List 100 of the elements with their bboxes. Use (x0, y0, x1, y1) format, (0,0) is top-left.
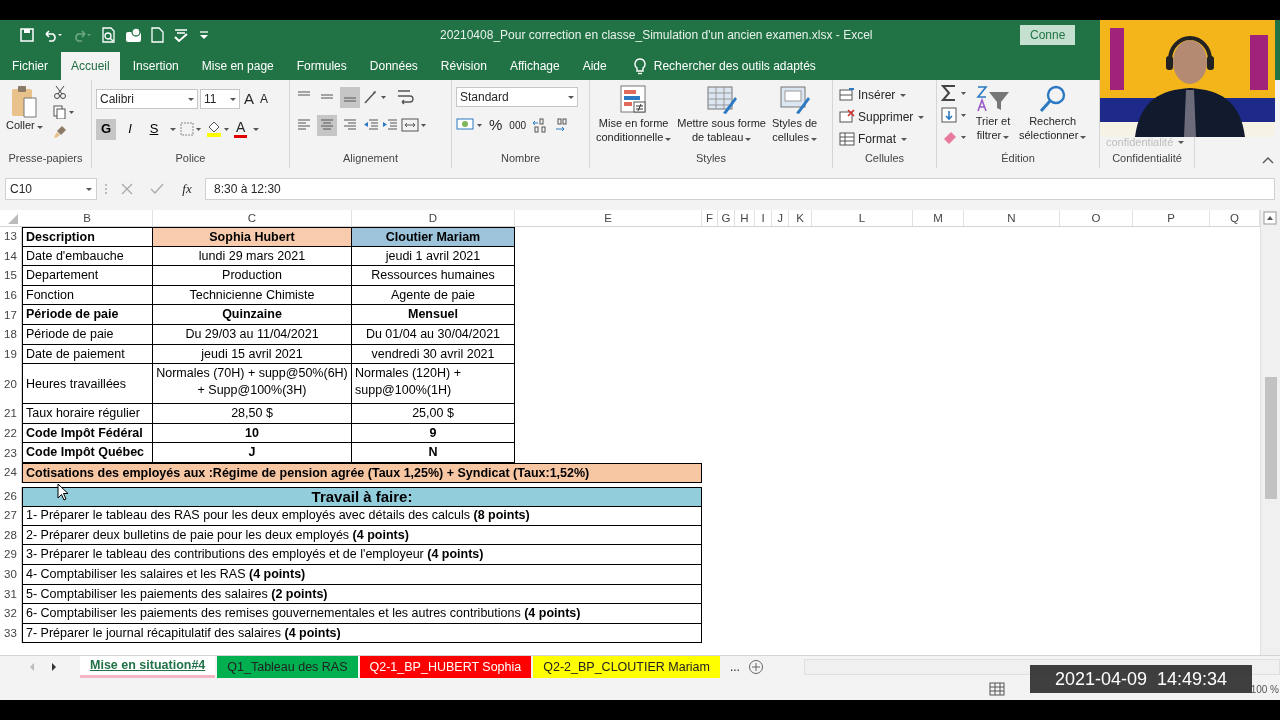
sort-filter-icon[interactable] (975, 84, 1011, 114)
italic-button[interactable]: I (120, 118, 140, 140)
redo-icon[interactable] (72, 28, 92, 42)
number-format-field[interactable]: Standard (456, 87, 578, 107)
scissors-icon[interactable] (52, 85, 67, 99)
column-header[interactable]: N (964, 210, 1060, 226)
column-header[interactable]: C (153, 210, 352, 226)
insert-function-button[interactable]: fx (175, 179, 199, 199)
column-header[interactable]: I (755, 210, 772, 226)
new-sheet-icon[interactable] (747, 659, 764, 675)
thousands-button[interactable]: 000 (507, 114, 529, 136)
column-header[interactable]: K (789, 210, 812, 226)
brush-icon[interactable] (52, 125, 67, 139)
search-label[interactable]: Rechercher des outils adaptés (653, 57, 816, 75)
ribbon-tab[interactable]: Accueil (61, 52, 120, 80)
align-left-icon[interactable] (296, 118, 312, 132)
ribbon-tab[interactable]: Révision (430, 52, 497, 80)
row-header[interactable]: 33 (0, 623, 22, 644)
clipboard-icon[interactable] (10, 84, 39, 118)
percent-button[interactable]: % (487, 114, 505, 136)
autosum-icon[interactable] (941, 84, 969, 102)
ribbon-button[interactable]: Mise en forme conditionnelle (594, 83, 674, 145)
name-box[interactable]: C10 (5, 178, 97, 200)
accounting-format-icon[interactable] (456, 117, 484, 133)
row-header[interactable]: 22 (0, 423, 22, 444)
row-header[interactable]: 16 (0, 285, 22, 306)
normal-view-icon[interactable] (988, 682, 1005, 696)
ribbon-button[interactable]: Styles de cellules (769, 83, 820, 145)
row-header[interactable]: 15 (0, 266, 22, 286)
ribbon-tab[interactable]: Fichier (2, 52, 58, 80)
column-header[interactable]: B (22, 210, 153, 226)
row-header[interactable]: 14 (0, 246, 22, 267)
ribbon-tab[interactable]: Données (359, 52, 428, 80)
column-header[interactable]: F (702, 210, 718, 226)
column-header[interactable]: D (352, 210, 515, 226)
collapse-ribbon-icon[interactable] (1262, 156, 1274, 164)
grow-font-button[interactable]: A (242, 88, 256, 110)
copy-icon[interactable] (52, 105, 75, 119)
row-header[interactable]: 32 (0, 604, 22, 624)
column-header[interactable]: J (772, 210, 789, 226)
sheet-tab[interactable]: Q2-1_BP_HUBERT Sophia (359, 656, 532, 678)
sheet-tab[interactable]: Q1_Tableau des RAS (217, 656, 358, 678)
ribbon-button[interactable]: Insérer (837, 84, 927, 106)
ribbon-button[interactable]: Recherch sélectionner (1017, 83, 1089, 143)
ribbon-tab[interactable]: Mise en page (191, 52, 284, 80)
ribbon-button[interactable]: Coller (4, 83, 45, 133)
sheet-tab[interactable]: Q2-2_BP_CLOUTIER Mariam (533, 656, 720, 678)
fill-color-icon[interactable] (206, 121, 230, 137)
row-header[interactable]: 29 (0, 545, 22, 565)
font-name-field[interactable]: Calibri (96, 89, 198, 109)
orientation-icon[interactable] (363, 89, 387, 105)
customize-toolbar-icon[interactable] (198, 29, 210, 41)
bold-button[interactable]: G (96, 118, 116, 140)
column-header[interactable]: E (515, 210, 702, 226)
decrease-indent-icon[interactable] (363, 118, 379, 132)
scrollbar-thumb[interactable] (1265, 377, 1277, 499)
row-header[interactable]: 28 (0, 525, 22, 546)
more-sheets-button[interactable]: ... (721, 658, 748, 676)
font-size-field[interactable]: 11 (200, 89, 240, 109)
touch-mode-icon[interactable] (125, 27, 142, 43)
fill-down-icon[interactable] (941, 106, 969, 124)
save-icon[interactable] (20, 28, 34, 42)
align-right-icon[interactable] (342, 118, 358, 132)
column-header[interactable]: L (812, 210, 913, 226)
row-header[interactable]: 27 (0, 506, 22, 526)
row-header[interactable]: 23 (0, 443, 22, 463)
row-header[interactable]: 18 (0, 324, 22, 345)
font-color-button[interactable]: A (234, 120, 248, 138)
column-header[interactable]: M (913, 210, 964, 226)
column-header[interactable]: O (1060, 210, 1133, 226)
column-header[interactable]: G (718, 210, 735, 226)
account-button[interactable]: Conne (1020, 25, 1076, 45)
row-header[interactable]: 31 (0, 584, 22, 605)
row-header[interactable]: 20 (0, 364, 22, 405)
increase-indent-icon[interactable] (382, 118, 398, 132)
ribbon-button[interactable]: Mettre sous forme de tableau (675, 83, 768, 145)
next-sheet-icon[interactable] (50, 662, 58, 672)
spelling-check-icon[interactable] (173, 27, 189, 43)
print-preview-icon[interactable] (101, 27, 116, 43)
ribbon-button[interactable]: Trier et filtrer (973, 83, 1013, 143)
scroll-up-icon[interactable] (1261, 210, 1279, 226)
merge-cells-icon[interactable] (401, 117, 427, 133)
row-header[interactable]: 30 (0, 564, 22, 585)
search-icon[interactable] (1037, 84, 1068, 114)
underline-button[interactable]: S (144, 118, 164, 140)
sheet-tab[interactable]: Mise en situation#4 (80, 656, 216, 678)
table-format-icon[interactable] (705, 84, 738, 116)
ribbon-tab[interactable]: Formules (286, 52, 357, 80)
shrink-font-button[interactable]: A (258, 88, 271, 110)
row-header[interactable]: 17 (0, 305, 22, 325)
column-header[interactable]: P (1133, 210, 1210, 226)
lightbulb-icon[interactable] (633, 57, 646, 75)
formula-field[interactable]: 8:30 à 12:30 (205, 178, 1275, 200)
ribbon-tab[interactable]: Insertion (122, 52, 189, 80)
new-document-icon[interactable] (151, 27, 164, 43)
ribbon-tab[interactable]: Affichage (499, 52, 570, 80)
conditional-format-icon[interactable] (618, 84, 649, 116)
undo-icon[interactable] (43, 28, 63, 42)
ribbon-button[interactable]: Supprimer (837, 106, 927, 128)
cell-styles-icon[interactable] (778, 84, 811, 116)
